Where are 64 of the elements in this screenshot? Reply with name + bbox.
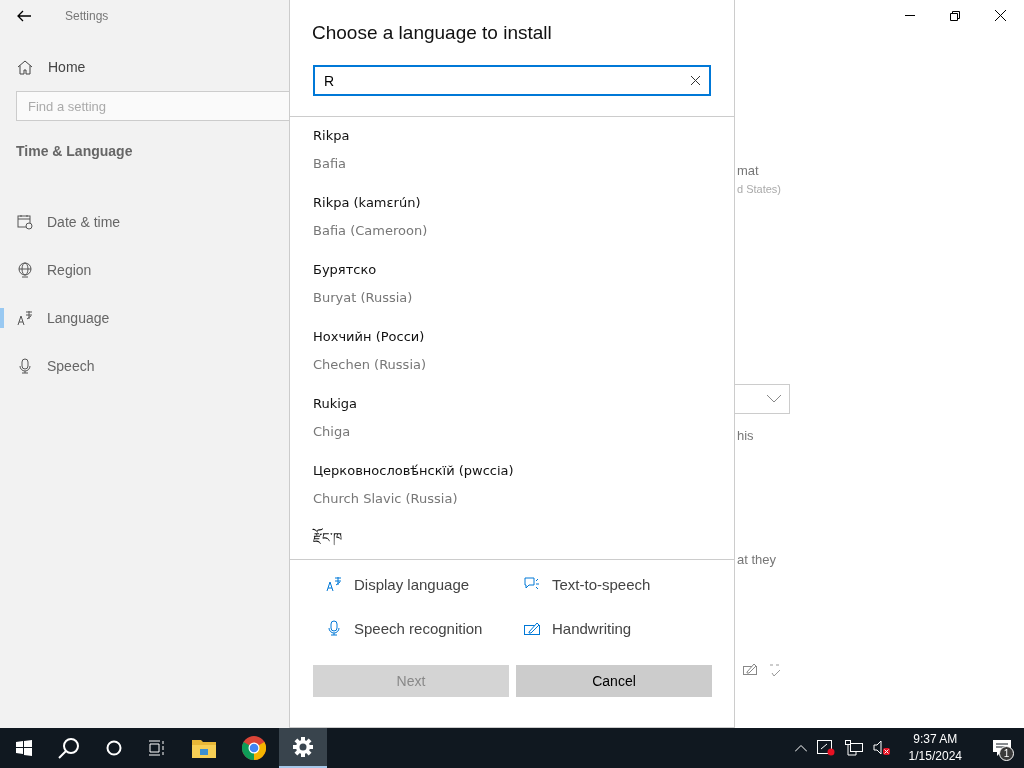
language-name: Нохчийн (Росси): [313, 328, 426, 346]
gear-icon: [293, 737, 313, 757]
setting-label: mat: [737, 163, 759, 178]
restore-icon[interactable]: [950, 10, 960, 21]
setting-description: his: [737, 428, 754, 443]
microphone-icon: [326, 620, 342, 636]
feature-label: Display language: [354, 575, 470, 593]
back-icon[interactable]: [17, 10, 31, 22]
language-region: Church Slavic (Russia): [313, 490, 459, 508]
nav-item[interactable]: Speech: [0, 342, 289, 390]
clear-icon[interactable]: [691, 76, 700, 85]
nav-item[interactable]: Region: [0, 246, 289, 294]
language-icon: [326, 576, 342, 592]
feature-label: Text-to-speech: [552, 575, 651, 593]
language-name: རྫོང་ཁ: [313, 528, 343, 547]
window-title: Settings: [65, 9, 109, 23]
folder-icon[interactable]: [192, 738, 216, 758]
notification-badge: 1: [999, 746, 1014, 761]
language-region: Buryat (Russia): [313, 289, 414, 307]
pen-icon: [524, 620, 540, 636]
close-icon[interactable]: [995, 10, 1006, 21]
setting-value: d States): [737, 183, 782, 195]
language-region: Chiga: [313, 423, 352, 441]
browser-icon[interactable]: [242, 736, 266, 760]
speech-bubble-icon: [524, 576, 540, 592]
language-icon: [17, 310, 33, 326]
globe-icon: [17, 262, 33, 278]
taskbar-settings-button[interactable]: [279, 728, 327, 768]
section-heading: Time & Language: [16, 143, 133, 159]
home-link[interactable]: Home: [17, 57, 86, 77]
language-name: Rukiga: [313, 395, 359, 413]
nav-item[interactable]: Language: [0, 294, 289, 342]
chevron-up-icon[interactable]: [794, 744, 807, 752]
language-name: Rikpa (kamɛrún): [313, 194, 422, 212]
calendar-icon: [17, 214, 33, 230]
language-name: Бурятско: [313, 261, 378, 279]
setting-description: at they: [737, 552, 777, 567]
task-view-icon[interactable]: [148, 740, 166, 756]
chevron-icon: [767, 395, 781, 403]
search-icon[interactable]: [58, 737, 80, 759]
start-icon[interactable]: [16, 740, 32, 756]
feature-label: Speech recognition: [354, 619, 483, 637]
clock[interactable]: 9:37 AM 1/15/2024: [900, 731, 970, 765]
circle-icon[interactable]: [106, 740, 122, 756]
home-icon: [17, 59, 33, 75]
feature-label: Handwriting: [552, 619, 632, 637]
language-region: Chechen (Russia): [313, 356, 428, 374]
dialog-button[interactable]: Cancel: [516, 665, 712, 697]
muted-speaker-icon[interactable]: [872, 740, 891, 756]
network-icon[interactable]: [844, 740, 863, 756]
microphone-icon: [17, 358, 33, 374]
nav-item[interactable]: Date & time: [0, 198, 289, 246]
tray-app-icon[interactable]: [816, 740, 835, 756]
language-name: Церковнословѣ́нскїй (рwссіа): [313, 462, 515, 480]
search-field[interactable]: R: [313, 65, 711, 96]
time: 9:37 AM: [913, 731, 958, 748]
pen-icon: [743, 663, 757, 675]
date: 1/15/2024: [908, 748, 962, 765]
dialog-title: Choose a language to install: [312, 22, 553, 44]
language-region: Bafia (Cameroon): [313, 222, 429, 240]
search-field[interactable]: Find a setting: [16, 91, 289, 121]
language-region: Bafia: [313, 155, 348, 173]
language-name: Rikpa: [313, 127, 351, 145]
spellcheck-icon: [769, 663, 781, 677]
